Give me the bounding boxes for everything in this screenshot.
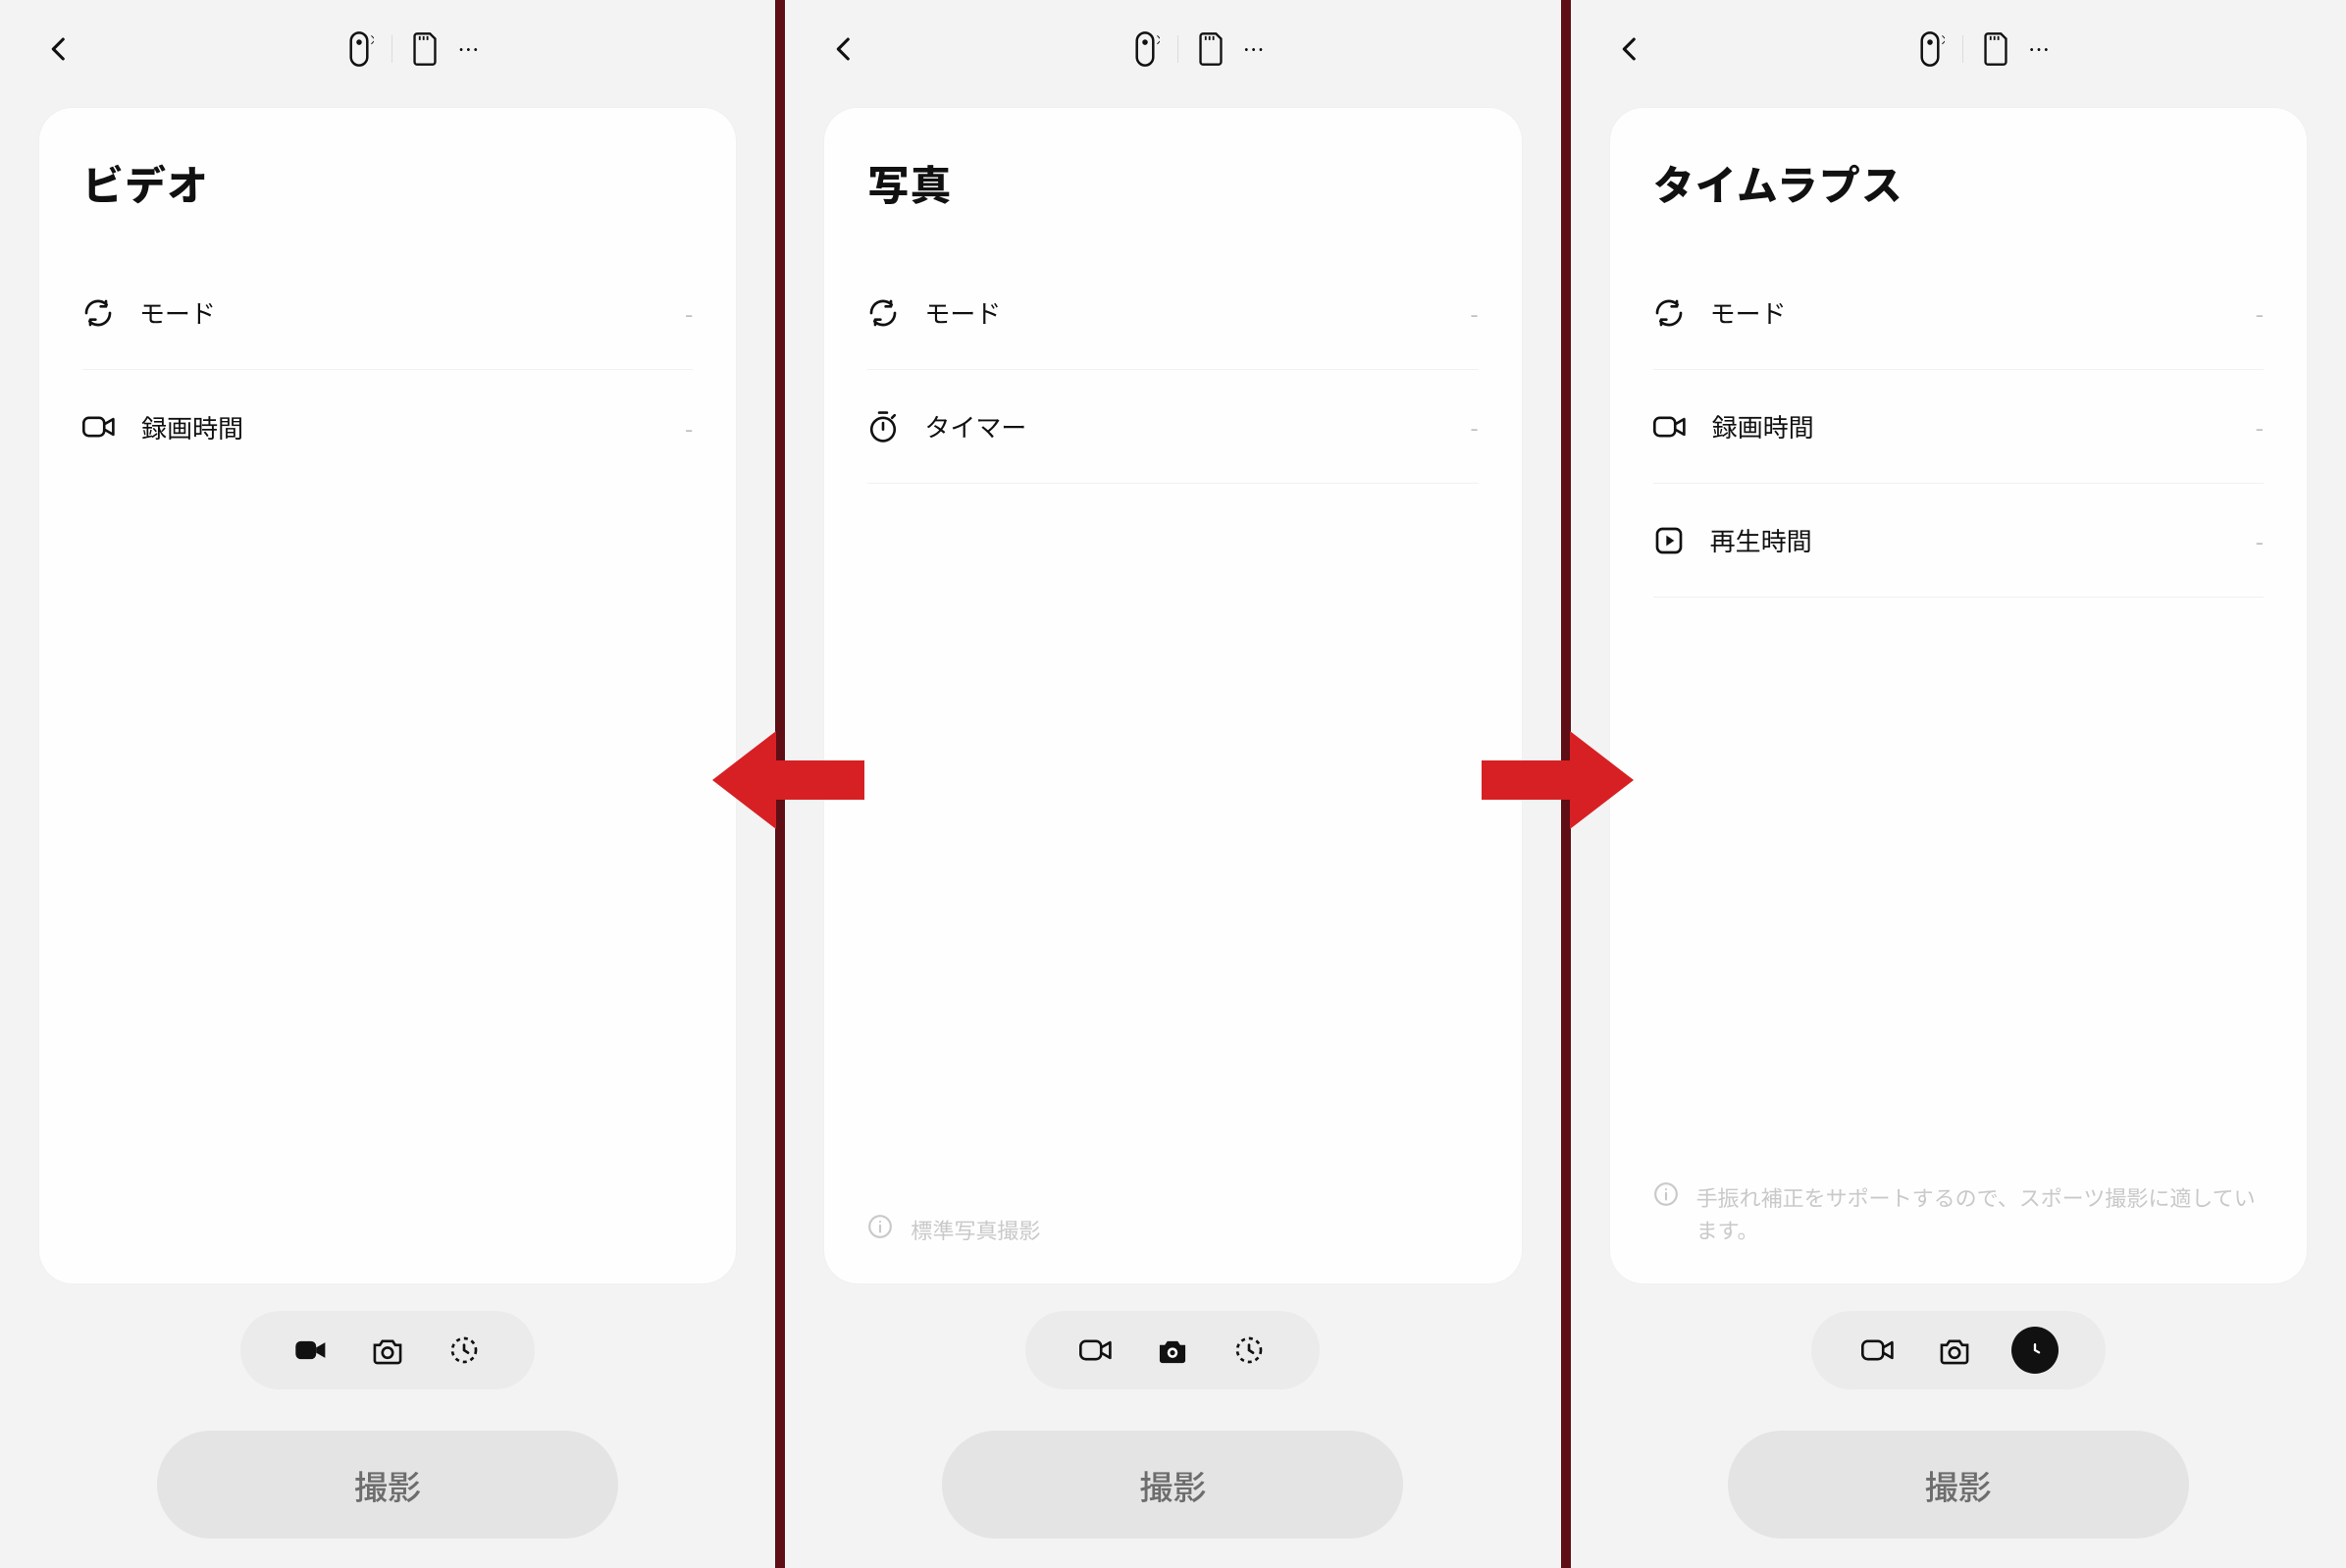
topbar: × … xyxy=(39,18,736,80)
svg-text:×: × xyxy=(1154,31,1159,49)
settings-card: タイムラプス モード - 録画時間 - 再生時間 - xyxy=(1610,108,2307,1283)
setting-mode[interactable]: モード - xyxy=(867,256,1478,370)
card-title: 写真 xyxy=(867,153,1478,213)
info-text: 標準写真撮影 xyxy=(911,1214,1040,1246)
mode-timelapse-icon[interactable] xyxy=(444,1331,484,1370)
status-icons: × … xyxy=(1915,31,2052,67)
sdcard-icon xyxy=(1196,32,1225,66)
mode-photo-icon[interactable] xyxy=(368,1331,407,1370)
setting-value: - xyxy=(685,295,693,330)
setting-timer[interactable]: タイマー - xyxy=(867,370,1478,484)
mode-timelapse-icon[interactable] xyxy=(1229,1331,1269,1370)
setting-label: モード xyxy=(1710,294,1787,331)
screen-video: × … ビデオ モード - 録画 xyxy=(0,0,775,1568)
mode-video-icon[interactable] xyxy=(1858,1331,1898,1370)
mode-switch xyxy=(1811,1311,2106,1389)
info-note: 標準写真撮影 xyxy=(867,1194,1478,1254)
info-icon xyxy=(1653,1181,1679,1207)
setting-value: - xyxy=(2256,409,2264,444)
cycle-icon xyxy=(82,297,114,329)
status-icons: × … xyxy=(1130,31,1267,67)
three-screen-stage: × … ビデオ モード - 録画 xyxy=(0,0,2346,1568)
setting-value: - xyxy=(685,410,693,444)
setting-mode[interactable]: モード - xyxy=(82,256,693,370)
cycle-icon xyxy=(1653,297,1685,329)
setting-record-time[interactable]: 録画時間 - xyxy=(1653,370,2264,484)
mode-switch xyxy=(240,1311,535,1389)
mode-timelapse-icon[interactable] xyxy=(2011,1327,2059,1374)
setting-label: 録画時間 xyxy=(1712,408,1814,444)
status-icons: × … xyxy=(344,31,481,67)
swipe-left-arrow-icon xyxy=(707,721,864,839)
more-icon[interactable]: … xyxy=(2028,33,2052,65)
sdcard-icon xyxy=(1981,32,2010,66)
status-divider xyxy=(391,35,392,63)
setting-mode[interactable]: モード - xyxy=(1653,256,2264,370)
setting-value: - xyxy=(2256,295,2264,330)
setting-value: - xyxy=(1470,295,1478,330)
setting-label: モード xyxy=(139,294,216,331)
setting-label: 録画時間 xyxy=(141,409,243,445)
back-button[interactable] xyxy=(824,29,863,69)
info-note: 手振れ補正をサポートするので、スポーツ撮影に適しています。 xyxy=(1653,1162,2264,1254)
more-icon[interactable]: … xyxy=(1243,33,1267,65)
settings-card: ビデオ モード - 録画時間 - xyxy=(39,108,736,1283)
shoot-label: 撮影 xyxy=(354,1461,421,1509)
device-disconnected-icon: × xyxy=(1130,31,1160,67)
shoot-label: 撮影 xyxy=(1925,1461,1992,1509)
shoot-button[interactable]: 撮影 xyxy=(942,1431,1403,1539)
play-icon xyxy=(1653,525,1685,556)
more-icon[interactable]: … xyxy=(457,33,481,65)
mode-switch xyxy=(1025,1311,1320,1389)
info-icon xyxy=(867,1214,893,1239)
swipe-right-arrow-icon xyxy=(1482,721,1639,839)
screen-photo: × … 写真 モード - タイマ xyxy=(785,0,1560,1568)
setting-record-time[interactable]: 録画時間 - xyxy=(82,370,693,484)
shoot-button[interactable]: 撮影 xyxy=(1728,1431,2189,1539)
sdcard-icon xyxy=(410,32,440,66)
back-button[interactable] xyxy=(39,29,78,69)
back-button[interactable] xyxy=(1610,29,1649,69)
svg-text:×: × xyxy=(1940,31,1945,49)
video-icon xyxy=(82,412,116,442)
setting-value: - xyxy=(1470,409,1478,444)
cycle-icon xyxy=(867,297,899,329)
status-divider xyxy=(1962,35,1963,63)
device-disconnected-icon: × xyxy=(1915,31,1945,67)
shoot-label: 撮影 xyxy=(1139,1461,1206,1509)
svg-text:×: × xyxy=(369,31,374,49)
setting-label: タイマー xyxy=(924,408,1026,444)
setting-label: モード xyxy=(924,294,1001,331)
topbar: × … xyxy=(1610,18,2307,80)
screen-timelapse: × … タイムラプス モード - xyxy=(1571,0,2346,1568)
mode-photo-icon[interactable] xyxy=(1153,1331,1192,1370)
setting-label: 再生時間 xyxy=(1710,522,1812,558)
timer-icon xyxy=(867,410,899,444)
topbar: × … xyxy=(824,18,1521,80)
status-divider xyxy=(1177,35,1178,63)
setting-play-time[interactable]: 再生時間 - xyxy=(1653,484,2264,598)
info-text: 手振れ補正をサポートするので、スポーツ撮影に適しています。 xyxy=(1696,1181,2264,1246)
shoot-button[interactable]: 撮影 xyxy=(157,1431,618,1539)
setting-value: - xyxy=(2256,523,2264,557)
settings-card: 写真 モード - タイマー - 標準写真撮影 xyxy=(824,108,1521,1283)
mode-photo-icon[interactable] xyxy=(1935,1331,1974,1370)
device-disconnected-icon: × xyxy=(344,31,374,67)
card-title: タイムラプス xyxy=(1653,153,2264,213)
mode-video-icon[interactable] xyxy=(1076,1331,1116,1370)
card-title: ビデオ xyxy=(82,153,693,213)
mode-video-icon[interactable] xyxy=(291,1331,331,1370)
video-icon xyxy=(1653,412,1687,442)
